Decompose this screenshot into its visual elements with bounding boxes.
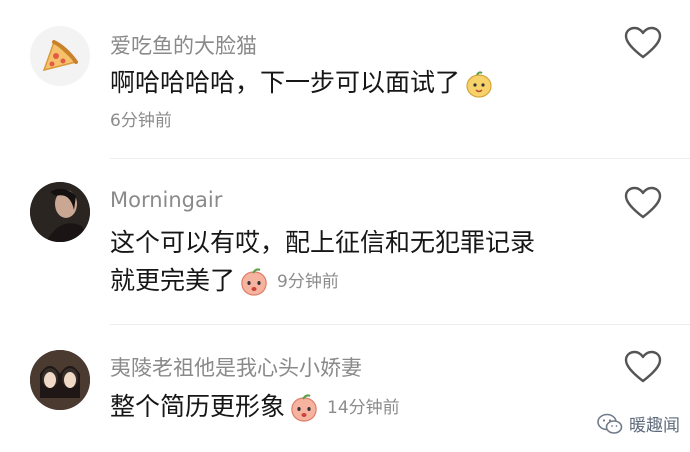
peach-emoji-icon (291, 394, 317, 422)
wechat-icon (597, 413, 623, 434)
comment-item: 夷陵老祖他是我心头小娇妻 整个简历更形象 14分钟前 (0, 0, 690, 452)
source-watermark: 暖趣闻 (597, 411, 680, 436)
avatar[interactable] (30, 350, 90, 410)
username[interactable]: 夷陵老祖他是我心头小娇妻 (110, 352, 362, 382)
watermark-label: 暖趣闻 (629, 416, 680, 436)
two-people-avatar (30, 350, 90, 410)
comment-time: 14分钟前 (327, 398, 400, 418)
comment-text: 整个简历更形象 14分钟前 (110, 388, 400, 427)
comment-text-line: 整个简历更形象 (110, 392, 286, 421)
like-heart-icon[interactable] (624, 350, 662, 384)
